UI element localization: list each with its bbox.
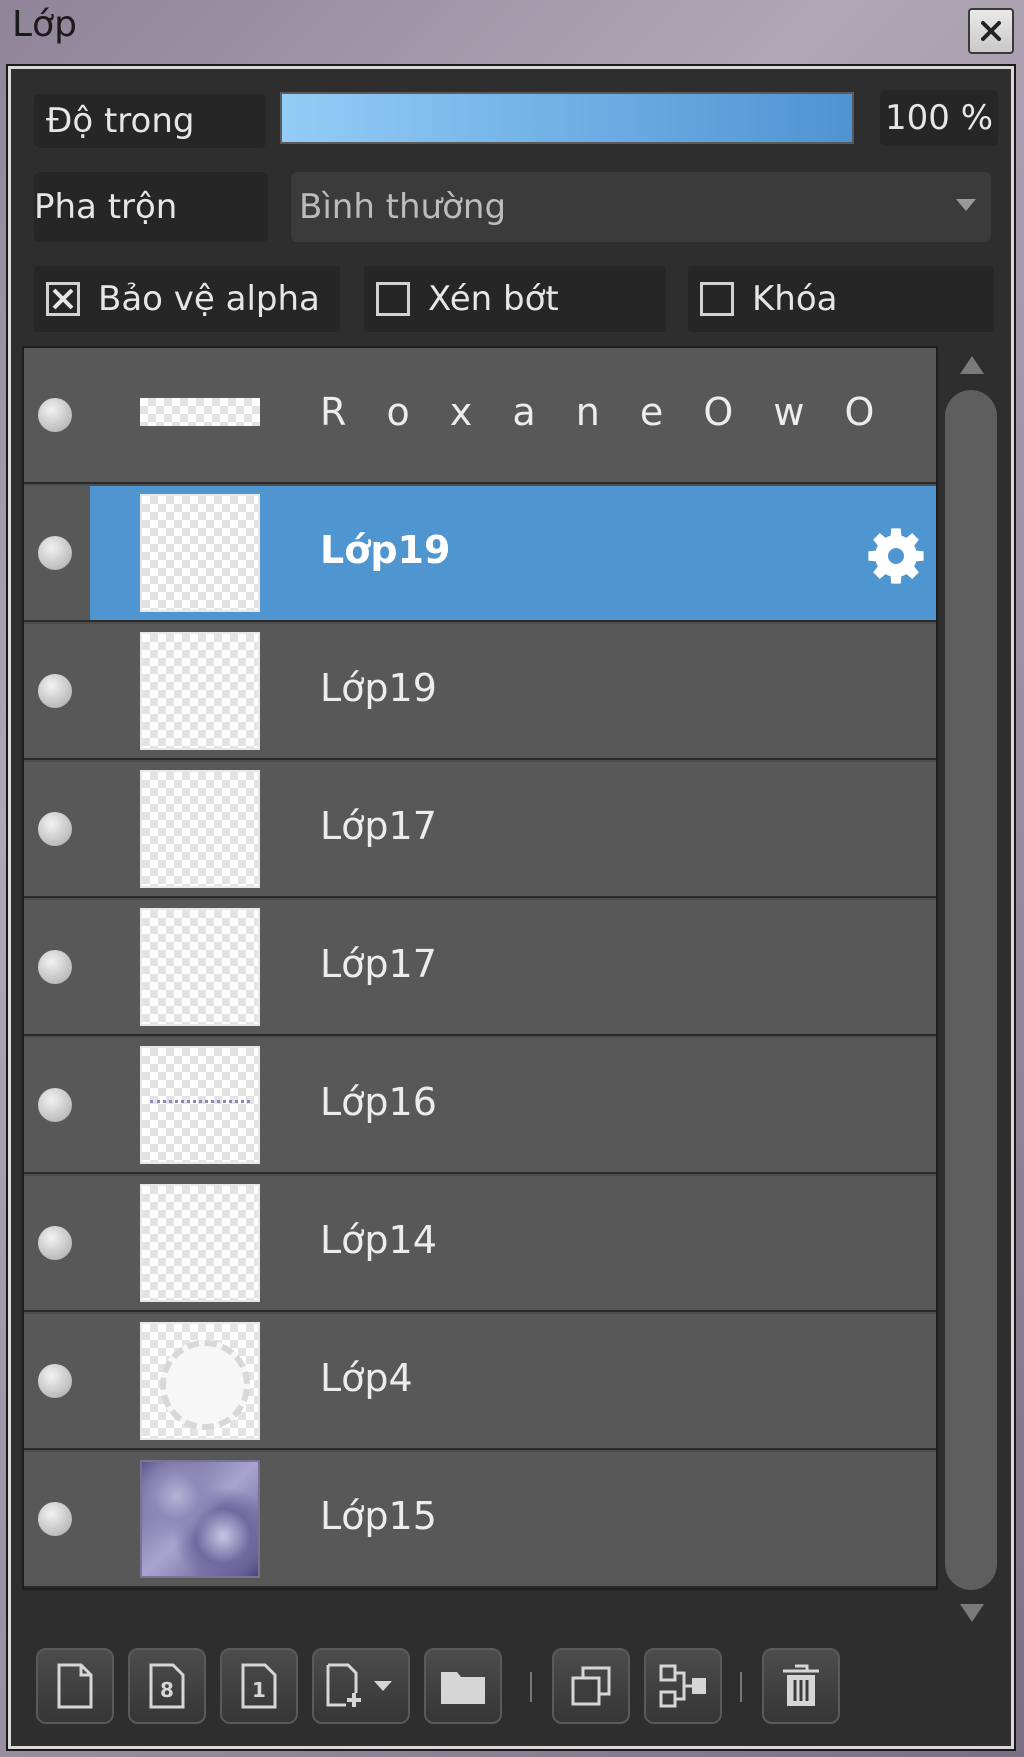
- svg-text:8: 8: [160, 1678, 174, 1702]
- blend-mode-select[interactable]: Bình thường: [291, 172, 991, 242]
- layer-list: R o x a n e O w O Lớp19 Lớp19 Lớp17 Lớp17 Lớp…: [22, 346, 938, 1590]
- opacity-slider[interactable]: [280, 92, 854, 144]
- new-layer-icon: [57, 1663, 93, 1709]
- layer-name: Lớp17: [320, 804, 437, 848]
- layer-row[interactable]: Lớp4: [24, 1314, 936, 1450]
- clipping-checkbox[interactable]: Xén bớt: [364, 266, 666, 332]
- visibility-toggle[interactable]: [38, 1502, 72, 1536]
- opacity-slider-fill: [282, 94, 852, 142]
- layer-thumbnail: [140, 1046, 260, 1164]
- new-8bit-layer-button[interactable]: 8: [128, 1648, 206, 1724]
- close-button[interactable]: [968, 8, 1014, 54]
- layer-name: Lớp17: [320, 942, 437, 986]
- layer-thumbnail: [140, 398, 260, 426]
- layer-name: Lớp19: [320, 528, 451, 572]
- layer-thumbnail: [140, 770, 260, 888]
- layer-row[interactable]: Lớp19: [24, 624, 936, 760]
- layer-thumbnail: [140, 1322, 260, 1440]
- layer-row[interactable]: Lớp16: [24, 1038, 936, 1174]
- layer-thumbnail: [140, 908, 260, 1026]
- protect-alpha-label: Bảo vệ alpha: [98, 279, 320, 319]
- layer-name: Lớp19: [320, 666, 437, 710]
- layer-thumbnail: [140, 632, 260, 750]
- panel-title: Lớp: [12, 4, 77, 45]
- merge-down-icon: [659, 1664, 706, 1708]
- layer-thumbnail: [140, 1460, 260, 1578]
- duplicate-layer-button[interactable]: [552, 1648, 630, 1724]
- new-1bit-layer-button[interactable]: 1: [220, 1648, 298, 1724]
- blend-mode-value: Bình thường: [299, 187, 507, 227]
- visibility-toggle[interactable]: [38, 812, 72, 846]
- lock-checkbox[interactable]: Khóa: [688, 266, 994, 332]
- duplicate-layer-icon: [571, 1666, 611, 1706]
- delete-layer-button[interactable]: [762, 1648, 840, 1724]
- scroll-up-icon[interactable]: [958, 354, 986, 376]
- layer-row[interactable]: Lớp19: [24, 486, 936, 622]
- layer-row[interactable]: Lớp15: [24, 1452, 936, 1588]
- layer-list-scrollbar[interactable]: [942, 346, 1002, 1636]
- visibility-toggle[interactable]: [38, 1088, 72, 1122]
- layer-row[interactable]: Lớp17: [24, 762, 936, 898]
- visibility-toggle[interactable]: [38, 398, 72, 432]
- trash-icon: [783, 1664, 819, 1706]
- checkbox-icon: [46, 282, 80, 316]
- protect-alpha-checkbox[interactable]: Bảo vệ alpha: [34, 266, 340, 332]
- layer-row[interactable]: Lớp17: [24, 900, 936, 1036]
- layer-name: Lớp15: [320, 1494, 437, 1538]
- layer-toolbar: 8 1: [22, 1636, 998, 1736]
- checkbox-icon: [700, 282, 734, 316]
- blend-label: Pha trộn: [34, 172, 268, 242]
- add-layer-menu-icon: [326, 1663, 392, 1707]
- lock-label: Khóa: [752, 279, 838, 319]
- folder-icon: [441, 1672, 485, 1704]
- layer-name: Lớp16: [320, 1080, 437, 1124]
- visibility-toggle[interactable]: [38, 1226, 72, 1260]
- merge-down-button[interactable]: [644, 1648, 722, 1724]
- layer-row[interactable]: R o x a n e O w O: [24, 348, 936, 484]
- visibility-toggle[interactable]: [38, 950, 72, 984]
- new-layer-button[interactable]: [36, 1648, 114, 1724]
- toolbar-divider: [530, 1672, 532, 1702]
- opacity-value[interactable]: 100 %: [880, 90, 998, 146]
- layer-name: Lớp4: [320, 1356, 413, 1400]
- new-8bit-layer-icon: 8: [149, 1663, 185, 1709]
- layer-settings-icon[interactable]: [866, 526, 926, 586]
- layer-name: R o x a n e O w O: [320, 390, 889, 434]
- toolbar-divider: [740, 1672, 742, 1702]
- visibility-toggle[interactable]: [38, 674, 72, 708]
- visibility-toggle[interactable]: [38, 1364, 72, 1398]
- new-1bit-layer-icon: 1: [241, 1663, 277, 1709]
- visibility-toggle[interactable]: [38, 536, 72, 570]
- svg-text:1: 1: [252, 1678, 266, 1702]
- new-folder-button[interactable]: [424, 1648, 502, 1724]
- chevron-down-icon: [956, 199, 976, 211]
- checkbox-icon: [376, 282, 410, 316]
- clipping-label: Xén bớt: [428, 279, 559, 319]
- add-layer-menu-button[interactable]: [312, 1648, 410, 1724]
- layer-name: Lớp14: [320, 1218, 437, 1262]
- opacity-label: Độ trong: [34, 94, 266, 148]
- close-icon: [981, 21, 1001, 41]
- scroll-down-icon[interactable]: [958, 1602, 986, 1624]
- scrollbar-thumb[interactable]: [945, 390, 997, 1590]
- title-bar: Lớp: [0, 0, 1024, 62]
- layer-row[interactable]: Lớp14: [24, 1176, 936, 1312]
- layer-thumbnail: [140, 494, 260, 612]
- layer-thumbnail: [140, 1184, 260, 1302]
